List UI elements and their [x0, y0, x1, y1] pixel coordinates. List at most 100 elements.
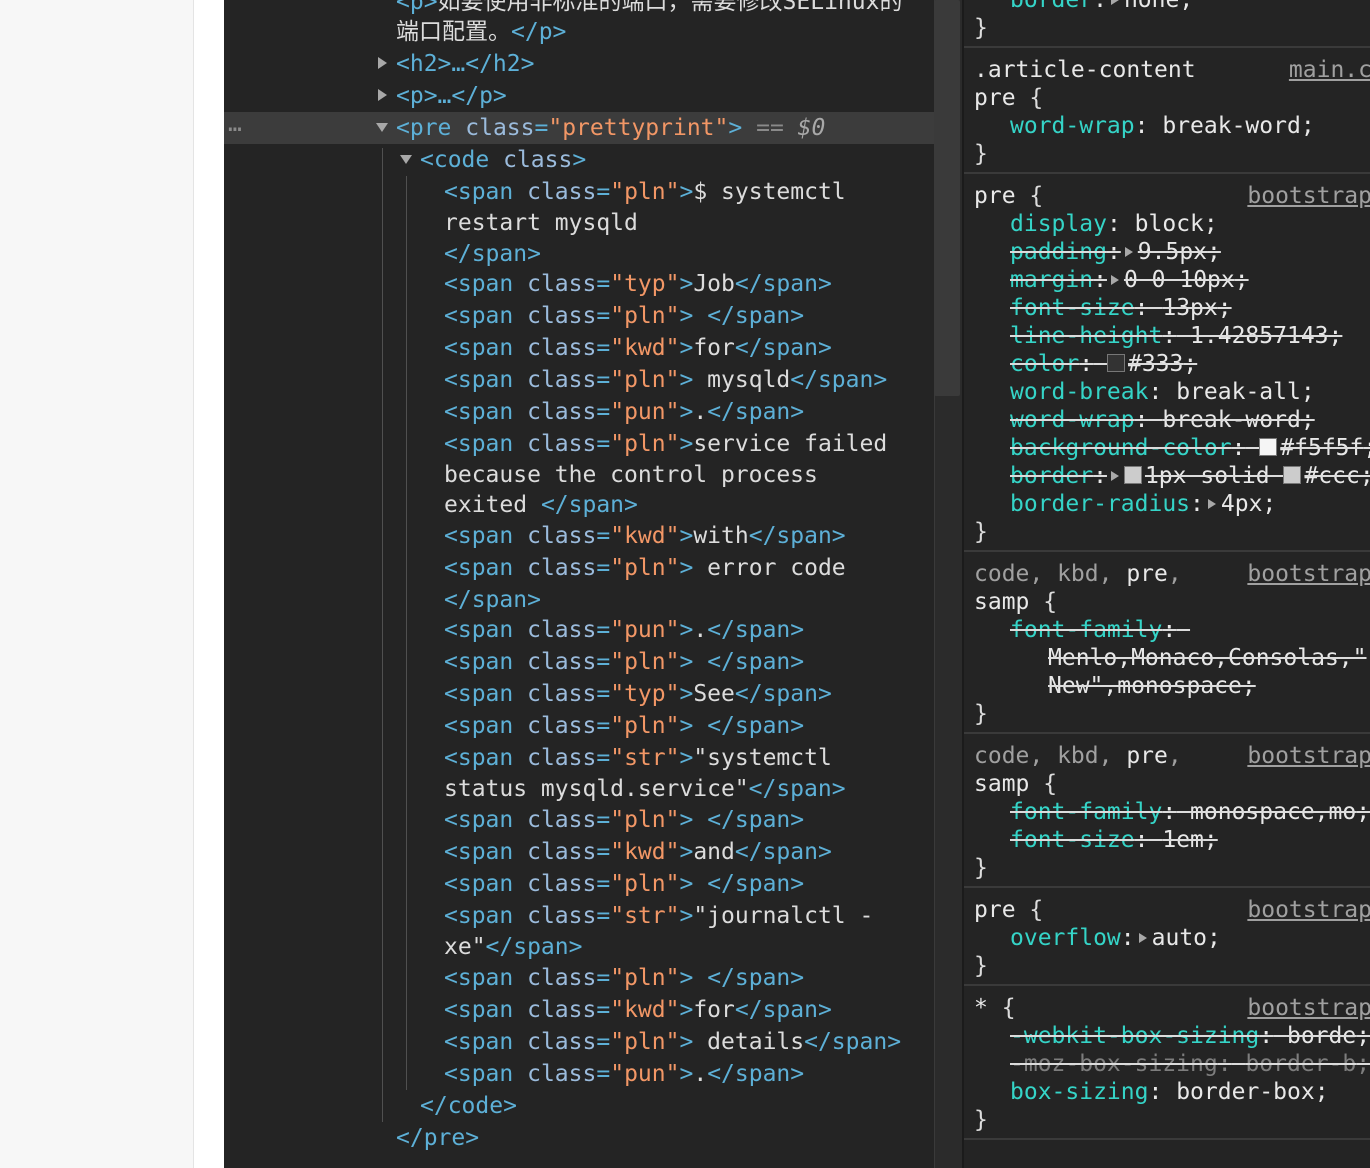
dom-node-code[interactable]: <code class> — [224, 144, 934, 176]
dom-node-p-text[interactable]: 端口配置。</p> — [224, 16, 934, 48]
css-declaration[interactable]: font-family: monospace,mo; — [1010, 798, 1370, 826]
property-value: 0 0 10px — [1123, 267, 1235, 293]
dom-node-span[interactable]: <span class="kwd">for</span> — [224, 994, 934, 1026]
scrollbar-thumb[interactable] — [934, 0, 960, 396]
css-declaration[interactable]: word-wrap: break-word; — [1010, 112, 1370, 140]
css-declaration[interactable]: background-color: #f5f5f; — [1010, 434, 1370, 462]
stylesheet-link[interactable]: bootstrap — [1247, 896, 1370, 924]
colon: : — [1106, 239, 1121, 265]
dom-node-span[interactable]: <span class="pln"> </span> — [224, 710, 934, 742]
expand-value-icon[interactable] — [1110, 470, 1119, 481]
attr-eq: = — [596, 1029, 611, 1055]
dom-node-span[interactable]: <span class="pln"> </span> — [224, 804, 934, 836]
css-declaration[interactable]: word-wrap: break-word; — [1010, 406, 1370, 434]
dom-node-span[interactable]: <span class="pln"> </span> — [224, 868, 934, 900]
dom-node-pre-selected[interactable]: … <pre class="prettyprint"> == $0 — [224, 111, 934, 144]
dom-node-span[interactable]: <span class="pln"> mysqld</span> — [224, 364, 934, 396]
collapse-pre-icon[interactable] — [376, 123, 388, 132]
dom-node-span[interactable]: <span class="str">"journalctl - — [224, 900, 934, 932]
colon: : — [1093, 267, 1107, 293]
stylesheet-link[interactable]: bootstrap — [1247, 560, 1370, 588]
dom-node-span[interactable]: <span class="pun">.</span> — [224, 1058, 934, 1090]
dom-node-span-wrap[interactable]: status mysqld.service"</span> — [224, 774, 934, 804]
node-text: 如要使用非标准的端口，需要修改SELinux的 — [437, 0, 903, 15]
dom-node-span[interactable]: <span class="kwd">with</span> — [224, 520, 934, 552]
dom-node-span-close[interactable]: </span> — [224, 238, 934, 270]
css-declaration[interactable]: display: block; — [1010, 210, 1370, 238]
property-name: margin — [1010, 267, 1094, 293]
dom-node-span[interactable]: <span class="kwd">for</span> — [224, 332, 934, 364]
css-declaration[interactable]: border: 1px solid #ccc; — [1010, 462, 1370, 490]
css-declaration[interactable]: font-size: 1em; — [1010, 826, 1370, 854]
dom-node-span[interactable]: <span class="pln"> </span> — [224, 646, 934, 678]
more-options-icon[interactable]: … — [228, 108, 242, 140]
css-declaration[interactable]: font-size: 13px; — [1010, 294, 1370, 322]
collapse-code-icon[interactable] — [400, 155, 412, 164]
dom-node-span-wrap[interactable]: restart mysqld — [224, 208, 934, 238]
expand-p-icon[interactable] — [378, 89, 387, 101]
rule-close: } — [974, 700, 1370, 728]
dom-node-p[interactable]: <p>…</p> — [224, 80, 934, 112]
expand-value-icon[interactable] — [1138, 932, 1147, 943]
css-declaration[interactable]: box-sizing: border-box; — [1010, 1078, 1370, 1106]
css-declaration[interactable]: -webkit-box-sizing: borde; — [1010, 1022, 1370, 1050]
color-swatch[interactable] — [1259, 438, 1278, 456]
dom-node-span[interactable]: <span class="str">"systemctl — [224, 742, 934, 774]
property-name: font-family — [1010, 617, 1163, 643]
dom-node-span[interactable]: <span class="typ">Job</span> — [224, 268, 934, 300]
rule-selector: samp { — [974, 770, 1370, 798]
rule-divider — [964, 984, 1370, 986]
css-value-continuation: New",monospace; — [1048, 672, 1370, 700]
expand-value-icon[interactable] — [1110, 0, 1119, 5]
dom-node-span[interactable]: <span class="pln"> </span> — [224, 962, 934, 994]
dom-node-pre-end[interactable]: </pre> — [224, 1122, 934, 1154]
attr-eq: = — [596, 903, 611, 929]
css-declaration[interactable]: word-break: break-all; — [1010, 378, 1370, 406]
dom-node-span[interactable]: <span class="pln"> </span> — [224, 300, 934, 332]
dom-node-span-wrap[interactable]: exited </span> — [224, 490, 934, 520]
dom-node-span-close[interactable]: </span> — [224, 584, 934, 616]
dom-node-span[interactable]: <span class="pln">$ systemctl — [224, 176, 934, 208]
dom-node-span[interactable]: <span class="pln">service failed — [224, 428, 934, 460]
css-declaration[interactable]: border-radius: 4px; — [1010, 490, 1370, 518]
expand-value-icon[interactable] — [1124, 246, 1133, 257]
color-swatch[interactable] — [1283, 466, 1302, 484]
stylesheet-link[interactable]: bootstrap — [1247, 742, 1370, 770]
styles-panel[interactable]: border: none;} .article-content main.c pre {… — [962, 0, 1370, 1168]
selector-text: pre — [974, 897, 1030, 923]
dom-node-span-wrap[interactable]: xe"</span> — [224, 932, 934, 962]
dom-node-span[interactable]: <span class="pln"> details</span> — [224, 1026, 934, 1058]
css-declaration[interactable]: color: #333; — [1010, 350, 1370, 378]
stylesheet-link[interactable]: bootstrap — [1247, 182, 1370, 210]
expand-value-icon[interactable] — [1207, 498, 1216, 509]
dom-node-h2[interactable]: <h2>…</h2> — [224, 48, 934, 80]
close-brace: } — [974, 141, 988, 167]
dom-node-span[interactable]: <span class="typ">See</span> — [224, 678, 934, 710]
dom-node-span[interactable]: <span class="kwd">and</span> — [224, 836, 934, 868]
expand-h2-icon[interactable] — [378, 57, 387, 69]
declaration-body: word-wrap: break-word; — [1010, 113, 1315, 139]
css-declaration[interactable]: font-family: — [1010, 616, 1370, 644]
css-declaration[interactable]: margin: 0 0 10px; — [1010, 266, 1370, 294]
css-declaration[interactable]: -moz-box-sizing: border-b; — [1010, 1050, 1370, 1078]
elements-panel[interactable]: <p>如要使用非标准的端口，需要修改SELinux的 端口配置。</p> <h2>…… — [224, 0, 934, 1168]
dom-node-code-end[interactable]: </code> — [224, 1090, 934, 1122]
stylesheet-link[interactable]: bootstrap — [1247, 994, 1370, 1022]
dom-node-span-wrap[interactable]: because the control process — [224, 460, 934, 490]
dom-node-span[interactable]: <span class="pun">.</span> — [224, 614, 934, 646]
color-swatch[interactable] — [1106, 354, 1125, 372]
dom-node-span[interactable]: <span class="pun">.</span> — [224, 396, 934, 428]
attr-name: class — [527, 713, 597, 739]
stylesheet-link[interactable]: main.c — [1289, 56, 1370, 84]
property-name: font-size — [1010, 827, 1135, 853]
css-declaration[interactable]: padding: 9.5px; — [1010, 238, 1370, 266]
css-declaration[interactable]: border: none; — [1010, 0, 1370, 14]
property-value: block — [1134, 211, 1204, 237]
span-text: for — [693, 335, 735, 361]
dom-node-span[interactable]: <span class="pln"> error code — [224, 552, 934, 584]
css-declaration[interactable]: line-height: 1.42857143; — [1010, 322, 1370, 350]
rule-divider — [964, 172, 1370, 174]
css-declaration[interactable]: overflow: auto; — [1010, 924, 1370, 952]
color-swatch[interactable] — [1123, 466, 1142, 484]
expand-value-icon[interactable] — [1110, 274, 1119, 285]
